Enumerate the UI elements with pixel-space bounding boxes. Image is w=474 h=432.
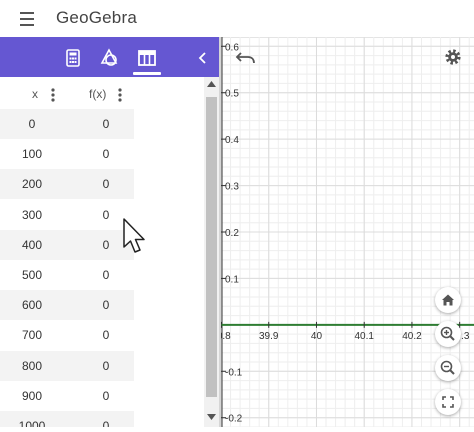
gear-icon[interactable] [443, 47, 463, 67]
cell-fx-value: 0 [102, 328, 110, 343]
graphics-view[interactable]: 0.60.50.40.30.20.1-0.1-0.239.839.94040.1… [211, 37, 474, 428]
scroll-down-arrow-icon[interactable] [207, 414, 216, 420]
column-menu-icon[interactable] [50, 87, 56, 103]
table-row[interactable]: 100 0 [0, 139, 134, 169]
table-row[interactable]: 1000 0 [0, 411, 134, 427]
calculator-icon[interactable] [61, 46, 85, 70]
column-menu-icon[interactable] [117, 87, 123, 103]
cell-fx-value: 0 [102, 388, 110, 403]
x-tick-label: 40.1 [354, 331, 374, 342]
y-tick-label: 0.1 [225, 274, 239, 285]
y-tick-label: 0.4 [225, 135, 239, 146]
table-row[interactable]: 00 [0, 109, 134, 139]
app-header: GeoGebra [0, 0, 474, 38]
home-button[interactable] [435, 287, 461, 313]
cell-fx-value: 0 [102, 419, 110, 427]
cell-x-value[interactable]: 400 [2, 238, 62, 252]
cell-x-value[interactable]: 800 [2, 359, 62, 373]
table-of-values: x f(x) 0 0 100 0 200 0 300 0 400 0 500 0 600 0 700 0 800… [0, 77, 204, 427]
scroll-thumb[interactable] [206, 97, 217, 397]
y-tick-label: -0.2 [225, 414, 243, 425]
column-header-x: x [32, 87, 38, 101]
y-tick-label: 0.3 [225, 182, 239, 193]
cell-fx-value: 0 [102, 268, 110, 282]
table-row[interactable]: 700 0 [0, 320, 134, 350]
perspective-toolbar [0, 37, 219, 77]
table-row[interactable]: 400 0 [0, 229, 134, 260]
cell-x-value[interactable]: 100 [2, 147, 62, 161]
x-tick-label: 40 [311, 331, 323, 342]
cell-x-value[interactable]: 500 [2, 268, 62, 282]
table-row[interactable]: 800 0 [0, 350, 134, 381]
cell-x-value[interactable]: 900 [2, 389, 62, 403]
x-tick-label: 39.9 [259, 331, 279, 342]
cell-fx-value: 0 [102, 177, 110, 192]
y-tick-label: 0.5 [225, 89, 239, 100]
table-row[interactable]: 900 0 [0, 381, 134, 411]
cell-fx-value: 0 [102, 298, 110, 313]
fullscreen-icon [442, 396, 454, 408]
cell-x-value[interactable]: 1000 [2, 419, 62, 427]
y-tick-label: -0.1 [225, 367, 243, 378]
app-title: GeoGebra [56, 8, 137, 27]
table-row[interactable]: 500 0 [0, 260, 134, 290]
cell-x-value[interactable]: 200 [2, 177, 62, 191]
cell-fx-value: 0 [102, 117, 110, 131]
x-tick-label: 39.8 [221, 331, 231, 342]
geometry-tools-icon[interactable] [97, 46, 121, 70]
cell-x-value[interactable]: 300 [2, 208, 62, 222]
zoom-out-icon [440, 360, 455, 375]
cell-fx-value: 0 [102, 358, 110, 373]
cell-x-value[interactable]: 0 [2, 117, 62, 131]
cell-x-value[interactable]: 700 [2, 328, 62, 342]
zoom-in-button[interactable] [435, 321, 461, 347]
hamburger-menu-icon[interactable] [14, 9, 40, 29]
table-row[interactable]: 200 0 [0, 169, 134, 200]
home-icon [442, 294, 454, 306]
table-row[interactable]: 300 0 [0, 200, 134, 230]
y-tick-label: 0.2 [225, 228, 239, 239]
zoom-out-button[interactable] [435, 355, 461, 381]
zoom-in-icon [440, 326, 455, 341]
x-tick-label: 40.2 [402, 331, 422, 342]
table-scrollbar[interactable] [204, 77, 219, 427]
undo-icon[interactable] [235, 49, 257, 67]
cell-fx-value: 0 [102, 147, 110, 162]
collapse-chevron-icon[interactable] [191, 46, 215, 70]
active-tab-indicator [133, 72, 161, 75]
table-row[interactable]: 600 0 [0, 290, 134, 321]
mouse-cursor-icon [123, 218, 145, 253]
scroll-up-arrow-icon[interactable] [207, 81, 216, 87]
table-icon[interactable] [135, 46, 159, 70]
column-header-fx: f(x) [89, 87, 107, 101]
fullscreen-button[interactable] [435, 389, 461, 415]
cell-x-value[interactable]: 600 [2, 298, 62, 312]
